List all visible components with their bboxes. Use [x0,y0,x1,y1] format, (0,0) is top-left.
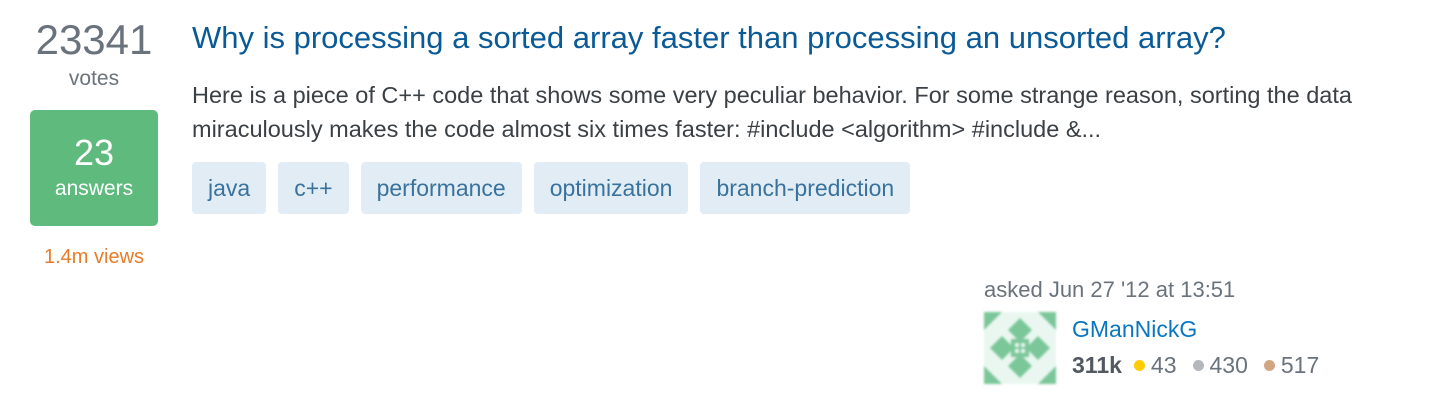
bronze-badge-icon [1263,359,1275,371]
silver-badge-count: 430 [1209,352,1248,378]
user-info: GManNickG 311k 43 430 517 [984,312,1424,384]
tag-optimization[interactable]: optimization [533,162,689,214]
tag-list: java c++ performance optimization branch… [192,162,1422,214]
bronze-badge-count: 517 [1280,352,1320,378]
user-name-link[interactable]: GManNickG [1072,316,1197,342]
user-avatar[interactable] [984,312,1056,384]
reputation-score: 311k [1072,352,1122,378]
tag-branch-prediction[interactable]: branch-prediction [700,162,911,214]
answers-label: answers [54,177,134,200]
question-stats: 23341 votes 23 answers 1.4m views [22,14,166,269]
vote-count: 23341 [35,16,153,63]
user-flair: 311k 43 430 517 [1072,350,1335,380]
votes-label: votes [68,67,120,90]
question-title-link[interactable]: Why is processing a sorted array faster … [192,16,1422,60]
question-summary: Why is processing a sorted array faster … [192,16,1422,214]
asked-timestamp: asked Jun 27 '12 at 13:51 [984,277,1236,302]
gold-badge-icon [1133,359,1145,371]
silver-badge-icon [1192,359,1204,371]
tag-performance[interactable]: performance [360,162,522,214]
answer-count: 23 [73,132,115,173]
question-owner-card: asked Jun 27 '12 at 13:51 GManNickG 311k… [984,274,1424,384]
identicon-icon [984,312,1056,384]
answers-badge-accepted: 23 answers [30,110,158,226]
tag-java[interactable]: java [192,162,267,214]
tag-cpp[interactable]: c++ [278,162,349,214]
gold-badge-count: 43 [1150,352,1177,378]
user-details: GManNickG 311k 43 430 517 [1072,314,1335,384]
question-excerpt: Here is a piece of C++ code that shows s… [192,82,1352,142]
view-count: 1.4m views [43,246,145,268]
